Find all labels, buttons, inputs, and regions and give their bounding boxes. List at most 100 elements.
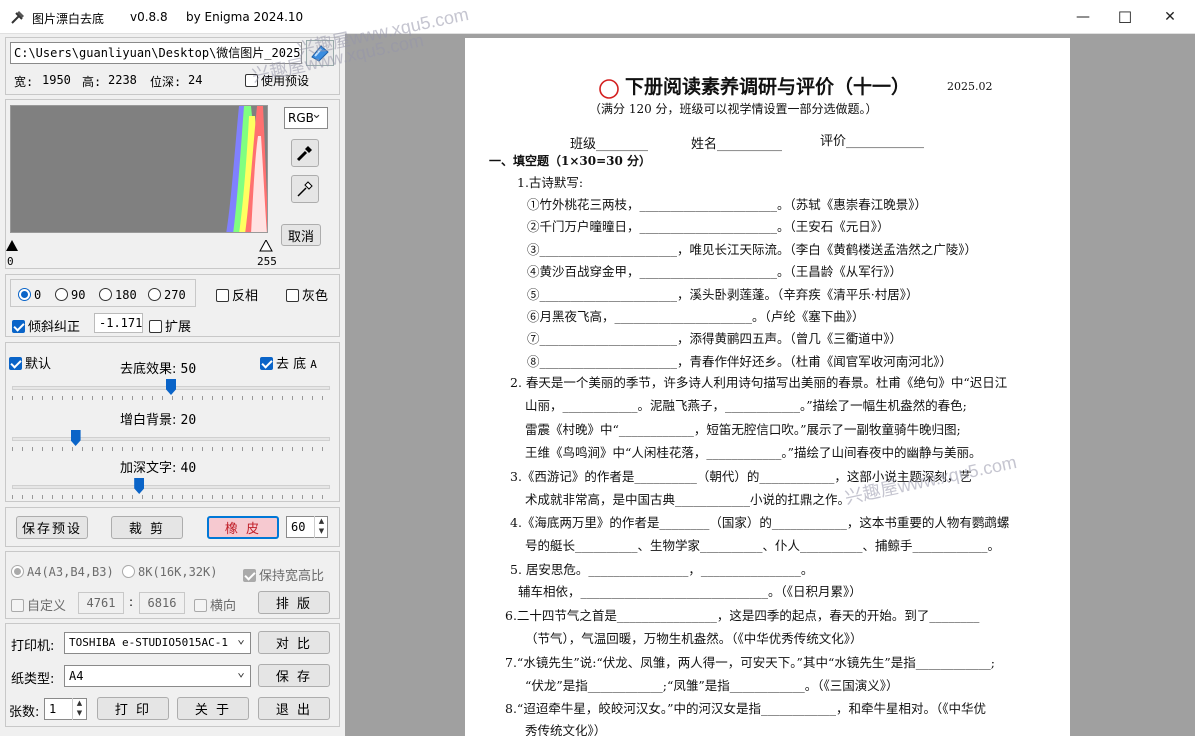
keep-ratio-checkbox[interactable]: 保持宽高比 (243, 565, 324, 584)
document-line: 1.古诗默写: (517, 175, 584, 190)
printer-select[interactable]: TOSHIBA e-STUDIO5015AC-1 (64, 632, 251, 654)
eraser-button[interactable]: 橡 皮 (207, 516, 279, 539)
app-icon (11, 11, 24, 24)
minimize-button[interactable]: — (1060, 0, 1106, 34)
document-date: 2025.02 (947, 80, 993, 93)
document-line: ⑤______________________，溪头卧剥莲蓬。（辛弃疾《清平乐·… (527, 287, 919, 302)
eyedropper-icon (296, 146, 312, 162)
exit-button[interactable]: 退 出 (258, 697, 330, 720)
printer-label: 打印机: (11, 639, 55, 654)
depth-label: 位深: (150, 75, 182, 89)
document-line: ⑥月黑夜飞高，______________________。（卢纶《塞下曲》） (527, 309, 865, 324)
rotate-180-radio[interactable]: 180 (99, 288, 137, 302)
custom-height-field[interactable]: 6816 (139, 592, 185, 614)
document-line: 号的艇长__________、生物学家__________、仆人________… (525, 538, 1001, 553)
bg-effect-slider[interactable] (12, 378, 330, 400)
document-line: 5. 居安思危。________________，_______________… (510, 562, 814, 577)
bg-effect-label: 去底效果: 50 (120, 362, 197, 377)
deskew-checkbox[interactable]: 倾斜纠正 (12, 316, 80, 335)
save-preset-button[interactable]: 保存预设 (16, 516, 88, 539)
remove-bg-checkbox[interactable]: 去 底 A (260, 353, 317, 372)
rotate-270-radio[interactable]: 270 (148, 288, 186, 302)
document-subtitle: （满分 120 分，班级可以视学情设置一部分选做题。） (589, 102, 878, 116)
document-line: 秀传统文化》） (525, 723, 607, 736)
paper-type-label: 纸类型: (11, 672, 55, 687)
rotate-90-radio[interactable]: 90 (55, 288, 85, 302)
slider-thumb[interactable] (70, 430, 81, 446)
info-class: 班级________ (570, 137, 649, 152)
circle-mark-icon (599, 79, 619, 99)
crop-button[interactable]: 裁 剪 (111, 516, 183, 539)
landscape-checkbox[interactable]: 横向 (194, 595, 236, 614)
darken-text-slider[interactable] (12, 477, 330, 499)
maximize-button[interactable]: ☐ (1102, 0, 1148, 34)
8k-radio[interactable]: 8K(16K,32K) (122, 565, 217, 579)
document-line: ③______________________，唯见长江天际流。（李白《黄鹤楼送… (527, 242, 978, 257)
arrange-button[interactable]: 排 版 (258, 591, 330, 614)
eraser-size-spinner[interactable]: ▲ ▼ (314, 516, 328, 538)
black-point-handle[interactable] (5, 240, 19, 252)
document-line: ②千门万户曈曈日，______________________。（王安石《元日》… (527, 219, 890, 234)
channel-select[interactable]: RGB (284, 107, 328, 129)
histogram (10, 105, 268, 233)
document-line: ①竹外桃花三两枝，______________________。（苏轼《惠崇春江… (527, 197, 928, 212)
document-line: 王维《鸟鸣涧》中“人闲桂花落，____________。”描绘了山间春夜中的幽静… (525, 445, 982, 460)
document-line: 山丽，____________。泥融飞燕子，____________。”描绘了一… (525, 398, 967, 413)
slider-thumb[interactable] (166, 379, 176, 395)
custom-width-field[interactable]: 4761 (78, 592, 124, 614)
whiten-bg-label: 增白背景: 20 (120, 413, 197, 428)
height-value: 2238 (108, 73, 137, 87)
document-line: 6.二十四节气之首是________________，这是四季的起点，春天的开始… (505, 608, 980, 623)
paper-type-select[interactable]: A4 (64, 665, 251, 687)
eyedropper-outline-icon (297, 181, 313, 197)
copies-spinner[interactable]: ▲ ▼ (72, 698, 86, 720)
deskew-angle-field[interactable]: -1.171 (94, 313, 143, 333)
info-name: 姓名__________ (691, 137, 783, 152)
save-button[interactable]: 保 存 (258, 664, 330, 687)
app-title: 图片漂白去底 (32, 12, 105, 26)
document-line: 雷震《村晚》中“____________，短笛无腔信口吹。”展示了一副牧童骑牛晚… (525, 422, 961, 437)
depth-value: 24 (188, 73, 203, 87)
expand-checkbox[interactable]: 扩展 (149, 316, 191, 335)
document-line: ⑦______________________，添得黄鹂四五声。（曾几《三衢道中… (527, 331, 903, 346)
app-version: v0.8.8 (130, 10, 168, 24)
document-line: “伏龙”是指____________;“凤雏”是指____________。（《… (525, 678, 899, 693)
black-eyedropper-button[interactable] (291, 139, 319, 167)
document-line: 2. 春天是一个美丽的季节，许多诗人利用诗句描写出美丽的春景。杜甫《绝句》中“迟… (510, 375, 1008, 390)
document-line: 8.“迢迢牵牛星，皎皎河汉女。”中的河汉女是指____________，和牵牛星… (505, 701, 986, 716)
white-point-handle[interactable] (259, 240, 273, 252)
custom-size-checkbox[interactable]: 自定义 (11, 595, 66, 614)
about-button[interactable]: 关 于 (177, 697, 249, 720)
copies-label: 张数: (9, 705, 40, 720)
histogram-max-label: 255 (257, 255, 277, 268)
title-bar: 图片漂白去底 v0.8.8 by Enigma 2024.10 — ☐ ✕ (0, 0, 1195, 34)
invert-checkbox[interactable]: 反相 (216, 285, 258, 304)
a4-radio[interactable]: A4(A3,B4,B3) (11, 565, 114, 579)
app-author: by Enigma 2024.10 (186, 10, 304, 24)
compare-button[interactable]: 对 比 (258, 631, 330, 654)
document-line: ④黄沙百战穿金甲，______________________。（王昌龄《从军行… (527, 264, 903, 279)
document-line: 辅车相依，______________________________。（《日积… (518, 584, 862, 599)
gray-checkbox[interactable]: 灰色 (286, 285, 328, 304)
info-grade: 评价____________ (820, 134, 925, 149)
slider-thumb[interactable] (134, 478, 145, 494)
rotate-0-radio[interactable]: 0 (18, 288, 41, 302)
document-preview: 下册阅读素养调研与评价（十一） 2025.02 （满分 120 分，班级可以视学… (465, 38, 1070, 736)
section-heading: 一、填空题（1×30=30 分） (489, 154, 652, 168)
document-line: ⑧______________________，青春作伴好还乡。（杜甫《闻官军收… (527, 354, 953, 369)
size-separator: : (129, 595, 134, 609)
document-line: 7.“水镜先生”说:“伏龙、凤雏，两人得一，可安天下。”其中“水镜先生”是指__… (505, 655, 995, 670)
document-line: （节气），气温回暖，万物生机盎然。（《中华优秀传统文化》） (525, 631, 863, 646)
document-line: 术成就非常高，是中国古典____________小说的扛鼎之作。 (525, 492, 851, 507)
document-title: 下册阅读素养调研与评价（十一） (625, 76, 911, 98)
print-button[interactable]: 打 印 (97, 697, 169, 720)
darken-text-label: 加深文字: 40 (120, 461, 197, 476)
default-checkbox[interactable]: 默认 (9, 353, 51, 372)
whiten-bg-slider[interactable] (12, 429, 330, 451)
histogram-min-label: 0 (7, 255, 14, 268)
image-viewer[interactable]: 下册阅读素养调研与评价（十一） 2025.02 （满分 120 分，班级可以视学… (250, 4, 1195, 736)
width-value: 1950 (42, 73, 71, 87)
close-button[interactable]: ✕ (1147, 0, 1193, 34)
histogram-cancel-button[interactable]: 取消 (281, 224, 321, 246)
white-eyedropper-button[interactable] (291, 175, 319, 203)
